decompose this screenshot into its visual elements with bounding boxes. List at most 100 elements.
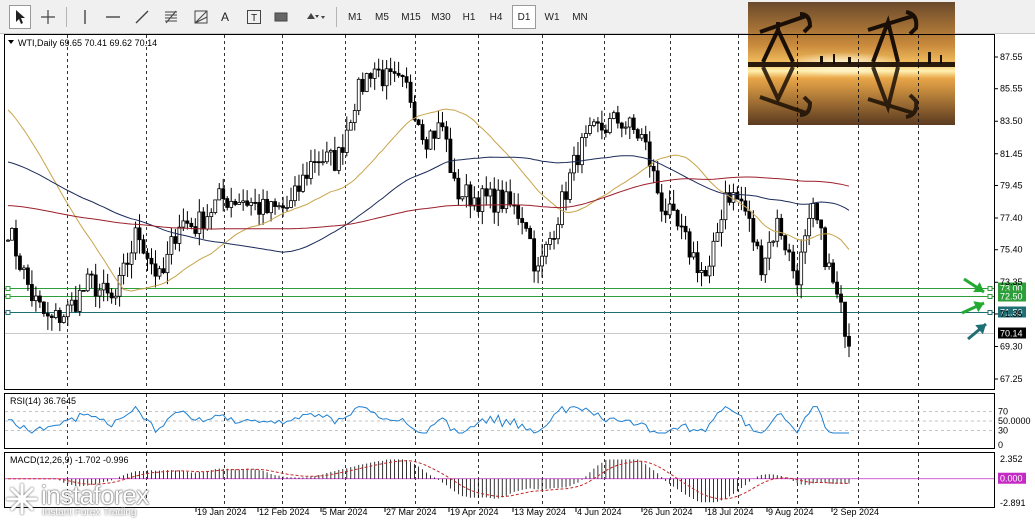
candle-body <box>520 218 525 223</box>
candle-body <box>217 188 222 201</box>
candle-body <box>715 232 720 242</box>
fibonacci-icon[interactable] <box>160 5 182 29</box>
timeframe-h1[interactable]: H1 <box>458 5 480 29</box>
candle-body <box>197 211 202 234</box>
chart-area[interactable]: 73.0072.5071.5070.14 87.55 85.55 83.50 81.4… <box>0 34 1035 523</box>
candle-body <box>324 151 329 163</box>
candle-body <box>45 313 50 317</box>
timeframe-h4[interactable]: H4 <box>485 5 507 29</box>
timeframe-d1[interactable]: D1 <box>512 5 536 29</box>
candle-body <box>388 68 393 73</box>
price-levels: 73.0072.5071.5070.14 <box>5 282 1026 339</box>
rsi-axis-label: 0 <box>998 440 1003 450</box>
candle-body <box>257 202 262 215</box>
candle-body <box>735 192 740 200</box>
label-icon[interactable]: T <box>243 5 265 29</box>
candle-body <box>791 251 796 272</box>
candle-body <box>691 252 696 258</box>
vertical-line-icon[interactable] <box>74 5 96 29</box>
logo-icon <box>6 483 38 515</box>
candle-body <box>14 227 18 257</box>
candle-body <box>181 220 186 228</box>
candle-body <box>305 174 309 179</box>
date-label: 19 Jan 2024 <box>197 507 247 517</box>
candle-body <box>843 301 847 337</box>
candle-body <box>265 198 269 214</box>
candle-body <box>261 198 265 215</box>
candle-body <box>500 189 505 210</box>
timeframe-mn[interactable]: MN <box>568 5 592 29</box>
candle-body <box>173 236 178 244</box>
candle-body <box>408 81 413 103</box>
candle-body <box>584 133 588 138</box>
candle-body <box>332 150 337 171</box>
price-label: 85.55 <box>1000 84 1023 94</box>
candle-body <box>707 265 712 277</box>
candle-body <box>424 139 429 150</box>
shapes-menu-icon[interactable] <box>302 5 330 29</box>
candle-body <box>281 205 285 209</box>
horizontal-line-icon[interactable] <box>102 5 124 29</box>
candle-body <box>177 226 182 244</box>
candle-body <box>444 126 449 140</box>
candle-body <box>93 274 98 297</box>
candle-body <box>309 161 313 179</box>
candle-body <box>763 257 768 276</box>
text-icon[interactable]: A <box>215 5 235 29</box>
candle-body <box>767 241 772 259</box>
candle-body <box>153 263 158 277</box>
date-label: 18 Jul 2024 <box>707 507 754 517</box>
candle-body <box>360 78 365 92</box>
timeframe-m30[interactable]: M30 <box>428 5 454 29</box>
candle-body <box>627 117 632 128</box>
candle-body <box>643 134 648 143</box>
candle-body <box>57 310 62 323</box>
candle-body <box>189 222 194 228</box>
candle-body <box>293 185 297 202</box>
fibo-fan-icon[interactable] <box>190 5 212 29</box>
price-label: 77.40 <box>1000 213 1023 223</box>
candle-body <box>831 262 835 283</box>
candle-body <box>615 112 620 124</box>
cursor-icon[interactable] <box>9 5 31 29</box>
candle-body <box>161 268 166 274</box>
candle-body <box>819 219 823 229</box>
candle-body <box>18 255 22 270</box>
candle-body <box>440 122 445 128</box>
candle-body <box>432 130 437 139</box>
chart-menu-triangle-icon[interactable] <box>8 40 14 44</box>
candle-body <box>607 118 612 133</box>
candle-body <box>165 253 170 274</box>
candle-body <box>145 252 150 259</box>
candle-body <box>683 225 688 233</box>
timeframe-m15[interactable]: M15 <box>398 5 424 29</box>
candle-body <box>695 252 700 274</box>
candle-body <box>368 73 373 79</box>
candle-body <box>599 122 604 131</box>
candle-body <box>30 284 34 302</box>
date-label: 9 Aug 2024 <box>768 507 814 517</box>
price-label: 73.35 <box>1000 277 1023 287</box>
candle-body <box>241 200 246 203</box>
vertical-grid <box>67 35 919 507</box>
candle-body <box>719 219 724 234</box>
timeframe-m1[interactable]: M1 <box>344 5 366 29</box>
timeframe-m5[interactable]: M5 <box>371 5 393 29</box>
candle-body <box>576 154 580 166</box>
rectangle-icon[interactable] <box>270 5 292 29</box>
candle-body <box>468 184 473 207</box>
candle-body <box>109 292 114 299</box>
candle-body <box>811 203 816 219</box>
candle-body <box>328 150 333 153</box>
candle-body <box>536 265 541 272</box>
trendline-icon[interactable] <box>131 5 153 29</box>
candle-body <box>639 134 644 139</box>
level-handle <box>5 294 11 299</box>
candle-body <box>675 209 680 227</box>
timeframe-w1[interactable]: W1 <box>540 5 564 29</box>
candle-body <box>456 177 461 200</box>
date-label: 27 Mar 2024 <box>386 507 437 517</box>
price-label: 83.50 <box>1000 116 1023 126</box>
candle-body <box>723 192 728 221</box>
crosshair-icon[interactable] <box>37 5 59 29</box>
